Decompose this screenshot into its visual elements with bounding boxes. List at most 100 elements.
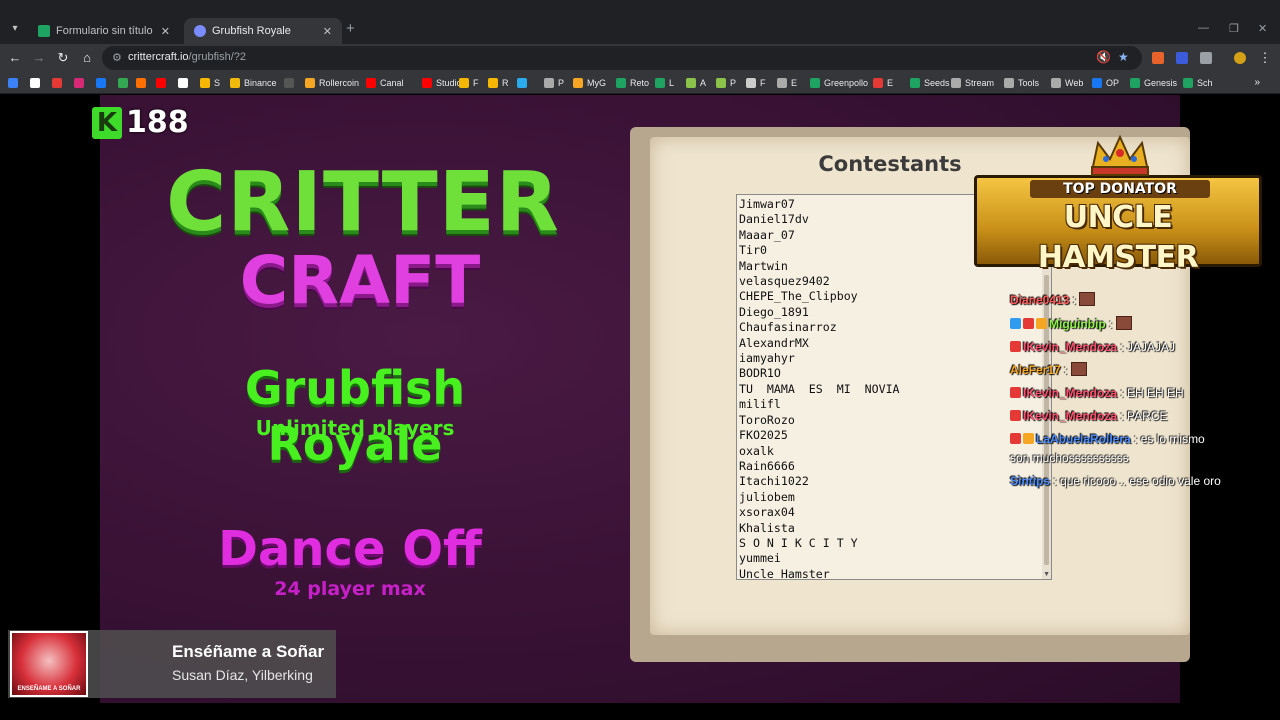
bookmark-item[interactable] bbox=[8, 76, 22, 90]
close-window-icon[interactable]: ✕ bbox=[1258, 22, 1267, 35]
bookmark-item[interactable]: Reto bbox=[616, 76, 649, 90]
scroll-down-arrow-icon[interactable]: ▼ bbox=[1043, 571, 1050, 578]
contestant-item: yummei bbox=[739, 551, 781, 566]
bookmark-label: E bbox=[791, 78, 798, 88]
album-art: ENSEÑAME A SOÑAR bbox=[10, 631, 88, 697]
bookmark-item[interactable] bbox=[52, 76, 66, 90]
bookmark-item[interactable] bbox=[118, 76, 132, 90]
bookmark-item[interactable] bbox=[178, 76, 192, 90]
bookmark-favicon-icon bbox=[1130, 78, 1140, 88]
bookmark-item[interactable]: F bbox=[746, 76, 766, 90]
site-info-icon[interactable]: ⚙ bbox=[112, 51, 122, 64]
profile-avatar-icon[interactable] bbox=[1234, 52, 1246, 64]
back-icon[interactable]: ← bbox=[6, 49, 24, 67]
bookmark-item[interactable]: Rollercoin bbox=[305, 76, 359, 90]
extension-fox-icon[interactable] bbox=[1152, 52, 1164, 64]
menu-dots-icon[interactable]: ⋮ bbox=[1256, 49, 1274, 67]
bookmark-item[interactable]: P bbox=[716, 76, 736, 90]
bookmark-item[interactable]: F bbox=[459, 76, 479, 90]
bookmark-item[interactable]: Stream bbox=[951, 76, 994, 90]
crown-icon bbox=[1090, 134, 1150, 176]
bookmark-label: Genesis bbox=[1144, 78, 1178, 88]
extension-shield-icon[interactable] bbox=[1176, 52, 1188, 64]
contestant-item: FKO2025 bbox=[739, 428, 788, 443]
bookmark-label: E bbox=[887, 78, 894, 88]
bookmark-label: S bbox=[214, 78, 221, 88]
bookmark-favicon-icon bbox=[136, 78, 146, 88]
contestant-item: Chaufasinarroz bbox=[739, 320, 837, 335]
bookmark-favicon-icon bbox=[488, 78, 498, 88]
bookmark-favicon-icon bbox=[366, 78, 376, 88]
contestant-item: CHEPE_The_Clipboy bbox=[739, 289, 858, 304]
contestant-item: BODR1O bbox=[739, 366, 781, 381]
chat-badge-icon bbox=[1023, 433, 1034, 444]
bookmark-item[interactable]: E bbox=[873, 76, 893, 90]
mode-dance-off-title[interactable]: Dance Off bbox=[200, 520, 500, 578]
bookmark-item[interactable]: Web bbox=[1051, 76, 1083, 90]
bookmark-item[interactable] bbox=[74, 76, 88, 90]
bookmark-star-icon[interactable]: ★ bbox=[1118, 50, 1129, 64]
bookmark-item[interactable]: Tools bbox=[1004, 76, 1039, 90]
chat-badge-icon bbox=[1010, 433, 1021, 444]
close-tab-icon[interactable]: ✕ bbox=[161, 25, 170, 38]
bookmark-item[interactable]: A bbox=[686, 76, 706, 90]
bookmark-favicon-icon bbox=[777, 78, 787, 88]
bookmark-label: Reto bbox=[630, 78, 650, 88]
bookmark-item[interactable]: Canal bbox=[366, 76, 404, 90]
bookmark-label: F bbox=[473, 78, 479, 88]
bookmark-label: Tools bbox=[1018, 78, 1040, 88]
bookmark-item[interactable]: S bbox=[200, 76, 220, 90]
minimize-icon[interactable]: — bbox=[1198, 22, 1209, 34]
tab-search-icon[interactable]: ▾ bbox=[6, 20, 24, 38]
bookmarks-bar: » S Binance Rollercoin Canal Studio F R P MyG Ret… bbox=[0, 72, 1280, 94]
bookmark-item[interactable] bbox=[136, 76, 150, 90]
tab-grubfish[interactable]: Grubfish Royale ✕ bbox=[184, 18, 342, 44]
bookmark-item[interactable] bbox=[96, 76, 110, 90]
contestant-item: milifl bbox=[739, 397, 781, 412]
bookmark-item[interactable]: R bbox=[488, 76, 509, 90]
bookmark-favicon-icon bbox=[517, 78, 527, 88]
bookmark-item[interactable]: Greenpollo bbox=[810, 76, 868, 90]
url-text[interactable]: crittercraft.io/grubfish/?2 bbox=[128, 51, 246, 63]
forward-icon[interactable]: → bbox=[30, 49, 48, 67]
bookmark-item[interactable] bbox=[284, 76, 298, 90]
bookmark-item[interactable]: P bbox=[544, 76, 564, 90]
address-bar[interactable]: ⚙ crittercraft.io/grubfish/?2 🔇 ★ bbox=[102, 46, 1142, 70]
chat-text: son muchossssssssss bbox=[1010, 451, 1129, 465]
restore-icon[interactable]: ❐ bbox=[1229, 22, 1239, 35]
bookmark-item[interactable]: Sch bbox=[1183, 76, 1213, 90]
tab-formulario[interactable]: Formulario sin título (Respuestas) ✕ bbox=[28, 18, 180, 44]
bookmark-item[interactable] bbox=[156, 76, 170, 90]
bookmark-favicon-icon bbox=[616, 78, 626, 88]
bookmark-item[interactable]: E bbox=[777, 76, 797, 90]
chat-username: Sintips bbox=[1010, 474, 1051, 488]
chat-text: EH EH EH bbox=[1127, 386, 1184, 400]
bookmark-item[interactable]: L bbox=[655, 76, 674, 90]
bookmark-item[interactable]: Seeds bbox=[910, 76, 950, 90]
bookmark-favicon-icon bbox=[422, 78, 432, 88]
more-bookmarks-icon[interactable]: » bbox=[1254, 77, 1260, 88]
close-tab-icon[interactable]: ✕ bbox=[323, 25, 332, 38]
muted-icon[interactable]: 🔇 bbox=[1096, 50, 1111, 64]
bookmark-item[interactable] bbox=[517, 76, 531, 90]
tab-strip: ▾ Formulario sin título (Respuestas) ✕ G… bbox=[0, 0, 1280, 44]
chat-text: JAJAJAJ bbox=[1127, 340, 1176, 354]
home-icon[interactable]: ⌂ bbox=[78, 49, 96, 67]
chat-message: IKevin_Mendoza : EH EH EH bbox=[1010, 385, 1184, 401]
contestant-item: Rain6666 bbox=[739, 458, 795, 473]
bookmark-item[interactable]: Genesis bbox=[1130, 76, 1177, 90]
bookmark-item[interactable]: MyG bbox=[573, 76, 606, 90]
extensions-puzzle-icon[interactable] bbox=[1200, 52, 1212, 64]
bookmark-item[interactable] bbox=[30, 76, 44, 90]
bookmark-item[interactable]: OP bbox=[1092, 76, 1119, 90]
chat-message: LaAbuelaRollera : es lo mismo bbox=[1010, 431, 1205, 447]
bookmark-item[interactable]: Binance bbox=[230, 76, 277, 90]
bookmark-favicon-icon bbox=[178, 78, 188, 88]
reload-icon[interactable]: ↻ bbox=[54, 49, 72, 67]
bookmark-label: F bbox=[760, 78, 766, 88]
bookmark-favicon-icon bbox=[716, 78, 726, 88]
bookmark-item[interactable]: Studio bbox=[422, 76, 462, 90]
new-tab-icon[interactable]: + bbox=[346, 20, 355, 37]
chat-message: Miguinbip : bbox=[1010, 316, 1132, 332]
chat-username: IKevin_Mendoza bbox=[1023, 386, 1118, 400]
